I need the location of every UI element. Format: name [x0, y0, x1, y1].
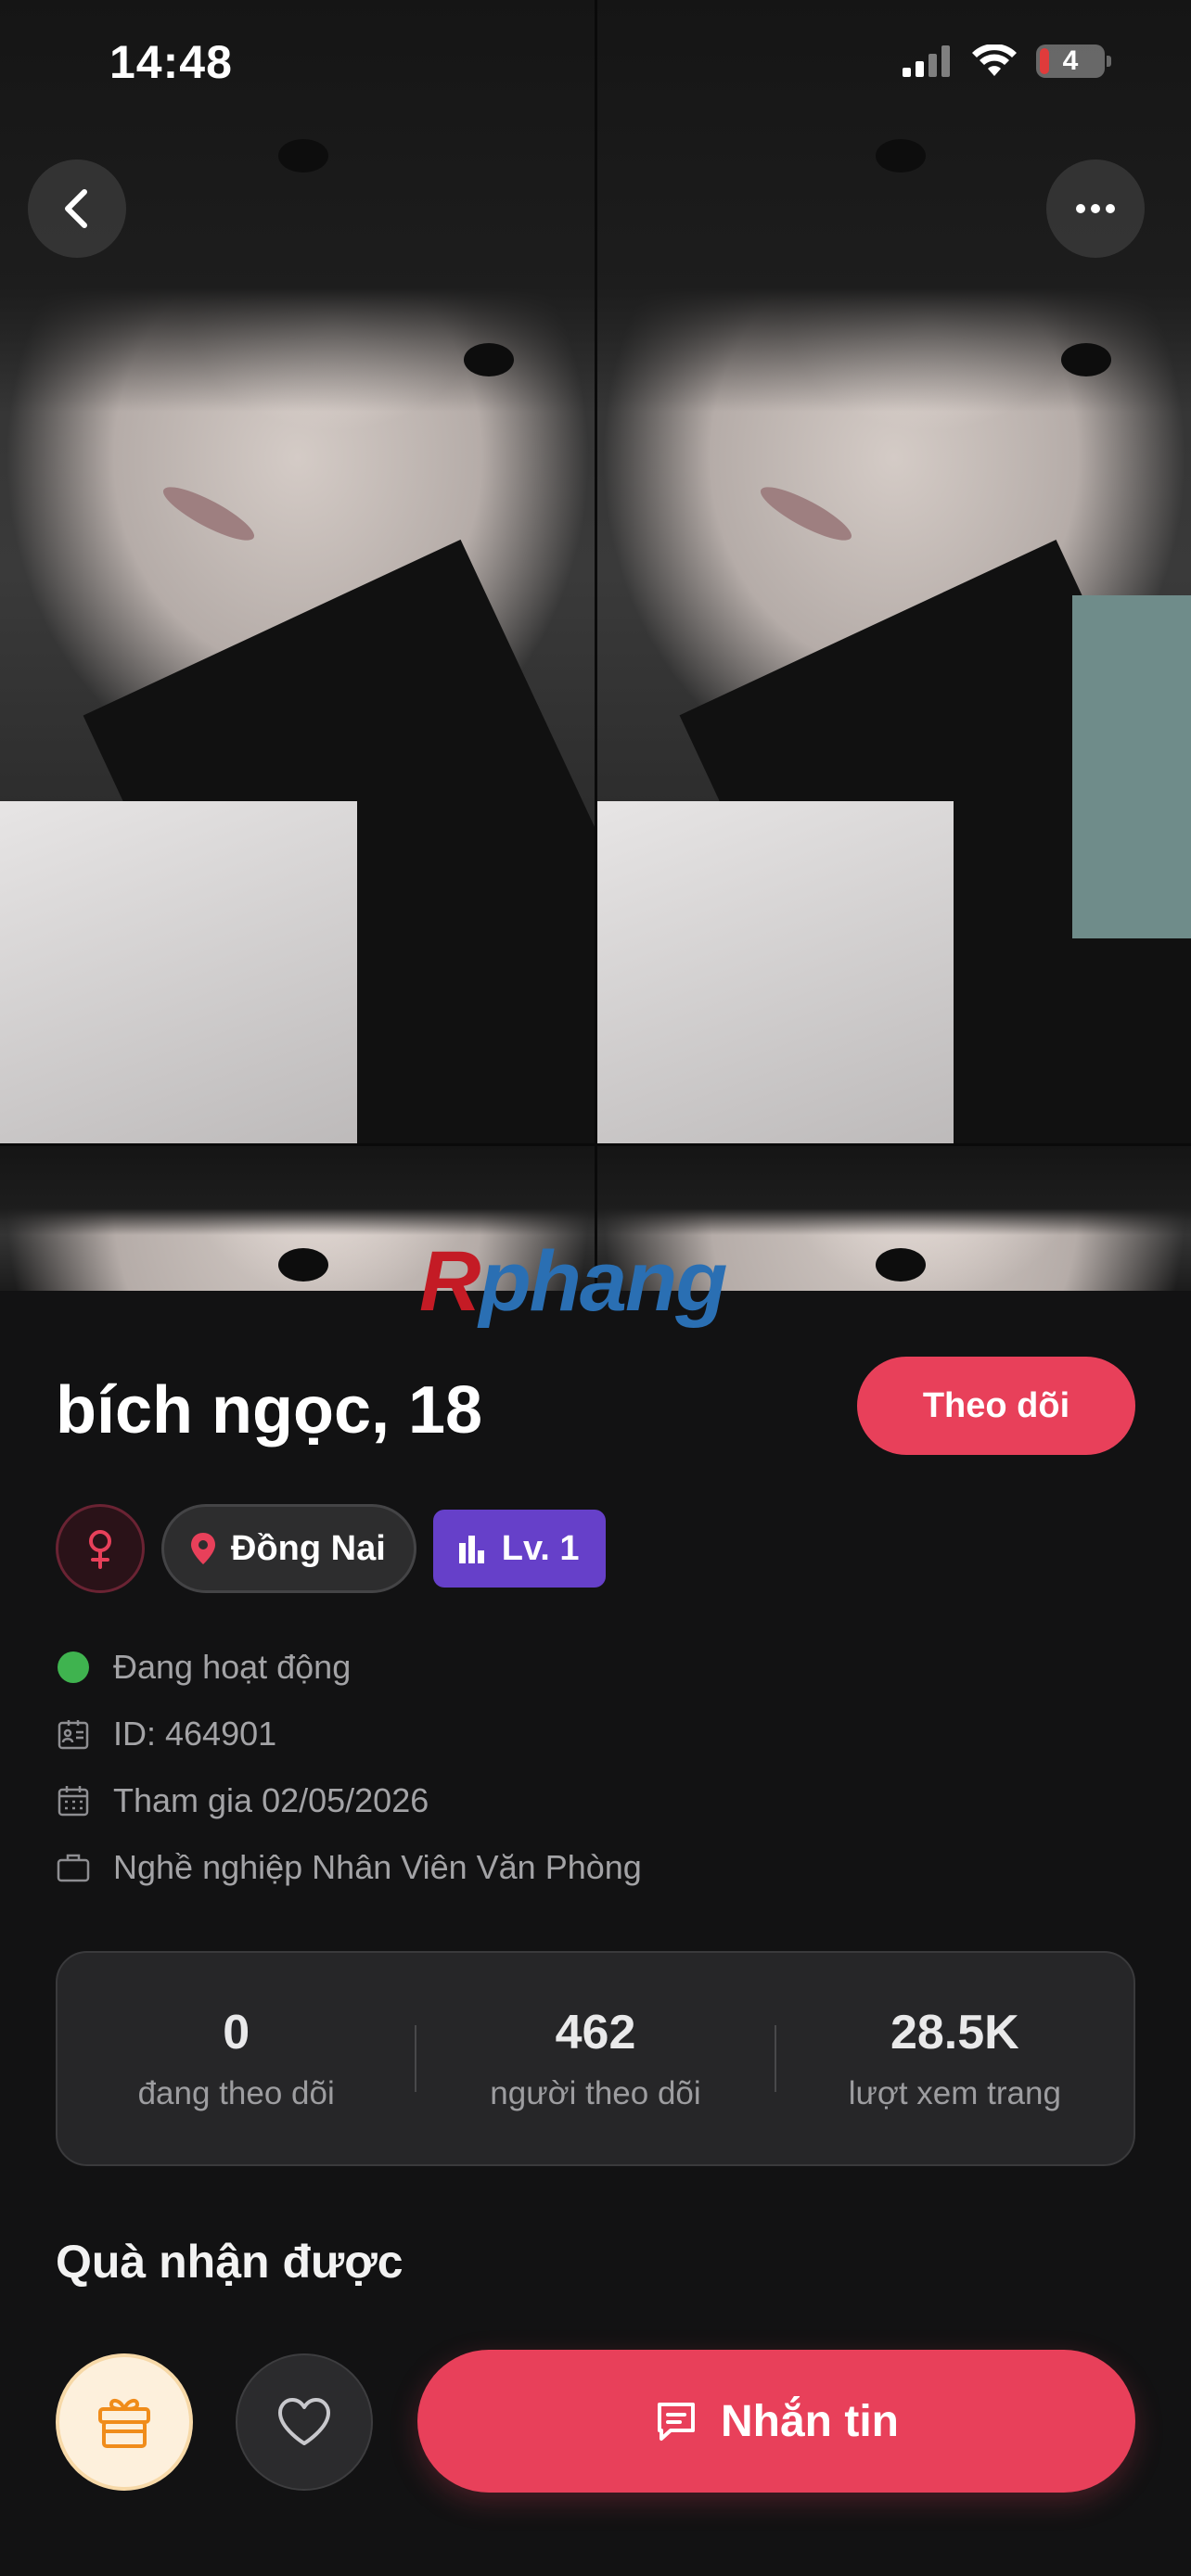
back-icon — [65, 189, 87, 228]
watermark-text: phang — [479, 1234, 727, 1329]
profile-tags: Đồng Nai Lv. 1 — [56, 1502, 606, 1595]
back-button[interactable] — [28, 159, 126, 258]
wifi-icon — [972, 45, 1017, 76]
info-joined: Tham gia 02/05/2026 — [56, 1767, 642, 1834]
briefcase-icon — [57, 1854, 90, 1882]
stats-card: 0 đang theo dõi 462 người theo dõi 28.5K… — [56, 1951, 1135, 2166]
id-card-icon — [58, 1720, 89, 1750]
heart-icon — [278, 2398, 330, 2445]
views-label: lượt xem trang — [848, 2075, 1061, 2111]
stat-following[interactable]: 0 đang theo dõi — [58, 2005, 415, 2112]
bar-chart-icon — [458, 1536, 484, 1563]
following-label: đang theo dõi — [137, 2075, 335, 2111]
more-icon — [1076, 204, 1115, 213]
profile-info: Đang hoạt động ID: 464901 Tham gia 02/05… — [56, 1634, 642, 1901]
level-badge: Lv. 1 — [432, 1510, 606, 1588]
action-bar: Nhắn tin — [0, 2346, 1191, 2494]
chat-icon — [658, 2403, 695, 2441]
followers-count: 462 — [555, 2006, 636, 2060]
stat-views: 28.5K lượt xem trang — [776, 2005, 1133, 2112]
profile-photo[interactable] — [0, 0, 1191, 1291]
views-count: 28.5K — [890, 2006, 1019, 2060]
watermark-initial: R — [419, 1234, 480, 1329]
gift-icon — [98, 2398, 150, 2448]
status-text: Đang hoạt động — [113, 1648, 352, 1686]
job-text: Nghề nghiệp Nhân Viên Văn Phòng — [113, 1848, 642, 1886]
user-id-text: ID: 464901 — [113, 1715, 277, 1753]
info-id: ID: 464901 — [56, 1701, 642, 1767]
following-count: 0 — [223, 2006, 250, 2060]
info-status: Đang hoạt động — [56, 1634, 642, 1701]
online-status-icon — [58, 1651, 89, 1683]
info-job: Nghề nghiệp Nhân Viên Văn Phòng — [56, 1834, 642, 1901]
battery-icon: 4 — [1036, 45, 1111, 78]
followers-label: người theo dõi — [490, 2075, 701, 2111]
message-label: Nhắn tin — [721, 2396, 899, 2446]
message-button[interactable]: Nhắn tin — [417, 2350, 1135, 2493]
location-text: Đồng Nai — [231, 1528, 386, 1568]
stat-followers[interactable]: 462 người theo dõi — [416, 2005, 774, 2112]
status-time: 14:48 — [109, 36, 233, 88]
location-badge: Đồng Nai — [161, 1504, 416, 1593]
more-button[interactable] — [1046, 159, 1145, 258]
joined-text: Tham gia 02/05/2026 — [113, 1781, 429, 1819]
follow-button[interactable]: Theo dõi — [857, 1357, 1135, 1455]
calendar-icon — [58, 1786, 89, 1817]
gender-badge — [56, 1504, 145, 1593]
level-text: Lv. 1 — [501, 1528, 580, 1568]
watermark: Rphang — [419, 1233, 727, 1331]
battery-level: 4 — [1062, 45, 1079, 76]
profile-name: bích ngọc, 18 — [56, 1373, 483, 1447]
gifts-section-title: Quà nhận được — [56, 2236, 403, 2288]
status-bar: 14:48 4 — [0, 0, 1191, 130]
location-pin-icon — [191, 1533, 215, 1564]
like-button[interactable] — [236, 2353, 373, 2491]
signal-icon — [903, 45, 950, 77]
gift-button[interactable] — [56, 2353, 193, 2491]
female-icon — [89, 1530, 111, 1569]
